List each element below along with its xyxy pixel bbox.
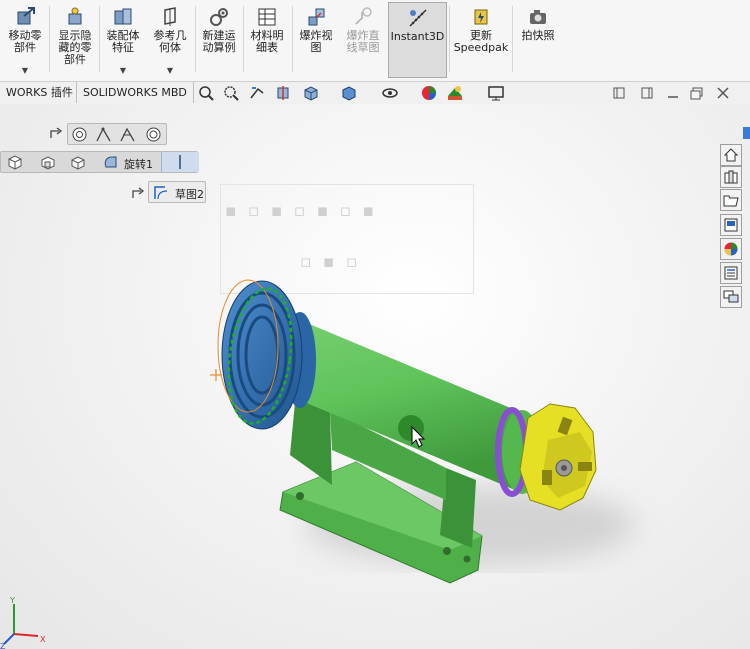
display-style-icon[interactable] <box>340 84 358 102</box>
chevron-down-icon[interactable]: ▼ <box>22 66 28 75</box>
assembly-model[interactable] <box>0 104 750 649</box>
take-snapshot-button[interactable]: 拍快照 <box>514 2 562 78</box>
edit-appearance-icon[interactable] <box>420 84 438 102</box>
instant3d-icon <box>408 9 427 27</box>
zoom-to-area-icon[interactable] <box>222 84 240 102</box>
chuck-slot <box>578 462 592 471</box>
base-hole <box>443 547 451 555</box>
graphics-area[interactable]: ▪ ▫ ▪ ▫ ▪ ▫ ▪ ▫ ▪ ▫ 旋转1 草图2 Y X Z <box>0 104 750 649</box>
assembly-features-icon <box>114 8 132 25</box>
explode-line-sketch-label: 爆炸直 线草图 <box>346 29 380 54</box>
heads-up-view-toolbar <box>0 82 750 104</box>
bill-of-materials-label: 材料明 细表 <box>250 29 284 54</box>
previous-view-icon[interactable] <box>248 84 266 102</box>
exploded-view-button[interactable]: 爆炸视 图 <box>293 2 339 78</box>
view-orientation-icon[interactable] <box>302 84 320 102</box>
assembly-features-button[interactable]: 装配体 特征 ▼ <box>100 2 146 78</box>
reference-geometry-icon <box>164 7 176 26</box>
hide-show-items-icon[interactable] <box>381 84 399 102</box>
show-hidden-label: 显示隐 藏的零 部件 <box>58 29 92 66</box>
blue-pulley <box>221 280 303 430</box>
view-settings-icon[interactable] <box>487 84 505 102</box>
assembly-features-label: 装配体 特征 <box>106 29 140 54</box>
instant3d-button[interactable]: Instant3D <box>388 2 447 78</box>
base-hole <box>296 492 304 500</box>
restore-icon[interactable] <box>610 84 628 102</box>
bill-of-materials-button[interactable]: 材料明 细表 <box>244 2 290 78</box>
bill-of-materials-icon <box>258 8 276 26</box>
chuck-slot <box>542 470 552 485</box>
ribbon-separator <box>449 6 450 72</box>
reference-geometry-button[interactable]: 参考几 何体 ▼ <box>147 2 193 78</box>
move-component-label: 移动零 部件 <box>8 29 42 54</box>
show-hidden-icon <box>68 7 82 25</box>
coordinate-triad: Y X Z <box>0 596 46 649</box>
update-speedpak-button[interactable]: 更新 Speedpak <box>452 2 510 78</box>
ribbon-separator <box>512 6 513 72</box>
instant3d-label: Instant3D <box>390 30 445 43</box>
explode-line-sketch-icon <box>355 7 372 25</box>
close-icon[interactable] <box>714 84 732 102</box>
chevron-down-icon[interactable]: ▼ <box>120 66 126 75</box>
take-snapshot-label: 拍快照 <box>521 29 555 42</box>
triad-z-label: Z <box>0 642 6 649</box>
update-speedpak-label: 更新 Speedpak <box>453 29 509 54</box>
triad-y-label: Y <box>9 596 15 605</box>
section-view-icon[interactable] <box>274 84 292 102</box>
move-component-icon <box>17 7 35 25</box>
explode-line-sketch-button: 爆炸直 线草图 <box>340 2 386 78</box>
motion-study-icon <box>210 8 228 26</box>
reference-geometry-label: 参考几 何体 <box>153 29 187 54</box>
show-hidden-components-button[interactable]: 显示隐 藏的零 部件 <box>52 2 98 78</box>
apply-scene-icon[interactable] <box>446 84 464 102</box>
minimize-icon[interactable] <box>664 84 682 102</box>
zoom-to-fit-icon[interactable] <box>197 84 215 102</box>
triad-x-label: X <box>40 635 46 644</box>
chevron-down-icon[interactable]: ▼ <box>167 66 173 75</box>
tile-icon[interactable] <box>638 84 656 102</box>
speedpak-icon <box>474 9 488 25</box>
base-hole <box>463 555 471 563</box>
ribbon-separator <box>49 6 50 72</box>
move-component-button[interactable]: 移动零 部件 ▼ <box>2 2 48 78</box>
new-motion-study-label: 新建运 动算例 <box>202 29 236 54</box>
camera-icon <box>530 10 546 24</box>
exploded-view-icon <box>308 8 325 26</box>
command-manager-ribbon: 移动零 部件 ▼ 显示隐 藏的零 部件 装配体 特征 ▼ 参考几 何体 ▼ 新建… <box>0 0 750 82</box>
new-motion-study-button[interactable]: 新建运 动算例 <box>196 2 242 78</box>
maximize-icon[interactable] <box>688 84 706 102</box>
exploded-view-label: 爆炸视 图 <box>299 29 333 54</box>
